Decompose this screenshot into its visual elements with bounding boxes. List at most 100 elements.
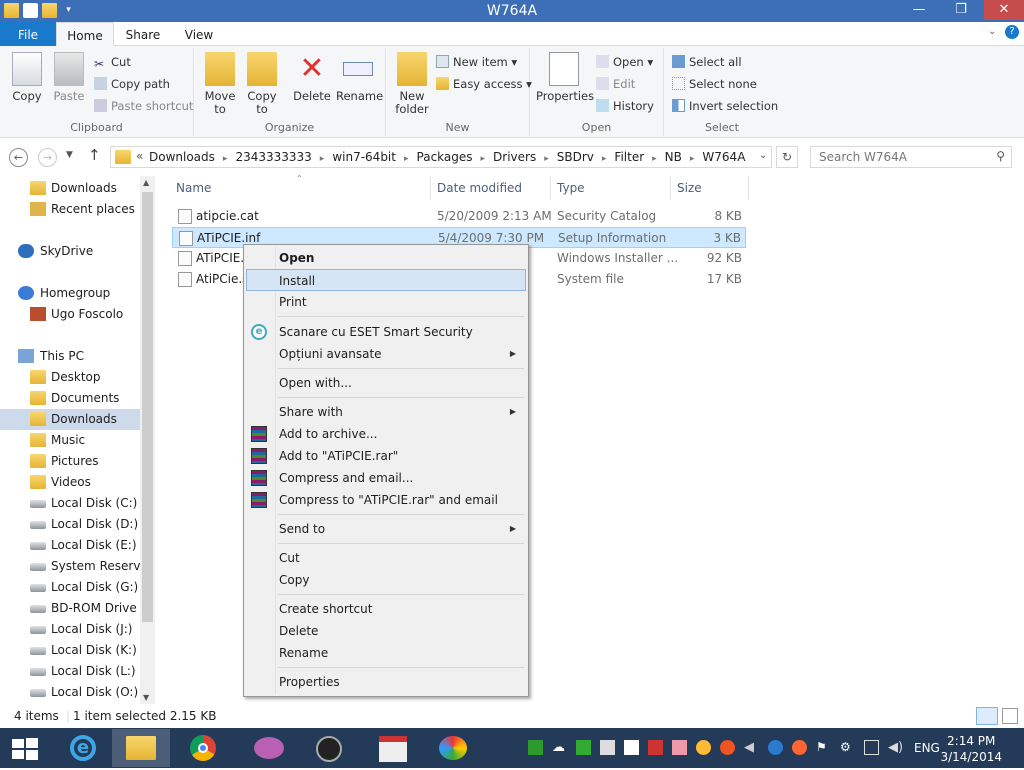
menu-copy[interactable]: Copy	[246, 569, 526, 591]
nav-item[interactable]: Downloads	[0, 409, 140, 430]
nav-item[interactable]: Pictures	[0, 451, 140, 472]
paste-button[interactable]: Paste	[50, 52, 88, 103]
file-explorer-button[interactable]	[112, 729, 170, 767]
tray-app-icon[interactable]	[600, 740, 615, 755]
up-icon[interactable]: ↑	[88, 146, 101, 164]
breadcrumb-item[interactable]: SBDrv	[557, 150, 594, 164]
menu-cut[interactable]: Cut	[246, 547, 526, 569]
back-icon[interactable]: ←	[9, 148, 28, 167]
nav-item[interactable]: Documents	[0, 388, 140, 409]
column-divider[interactable]	[748, 176, 749, 200]
menu-delete[interactable]: Delete	[246, 620, 526, 642]
tray-app-icon[interactable]	[672, 740, 687, 755]
refresh-icon[interactable]: ↻	[776, 146, 798, 168]
nav-item[interactable]: Local Disk (J:)	[0, 619, 140, 640]
copy-path-button[interactable]: Copy path	[94, 74, 170, 94]
menu-send-to[interactable]: Send to ▶	[246, 518, 526, 540]
edit-button[interactable]: Edit	[596, 74, 635, 94]
nav-item[interactable]: Music	[0, 430, 140, 451]
tray-app-icon[interactable]	[720, 740, 735, 755]
large-icons-view-icon[interactable]	[1002, 708, 1018, 724]
nav-item[interactable]: Downloads	[0, 178, 140, 199]
column-date-modified[interactable]: Date modified	[437, 181, 522, 195]
address-box[interactable]: « Downloads ▸ 2343333333 ▸ win7-64bit ▸ Packag…	[110, 146, 772, 168]
column-divider[interactable]	[670, 176, 671, 200]
tray-app-icon[interactable]	[792, 740, 807, 755]
lav-icon[interactable]	[648, 740, 663, 755]
new-item-button[interactable]: New item ▾	[436, 52, 517, 72]
network-icon[interactable]	[864, 740, 879, 755]
tab-view[interactable]: View	[174, 22, 224, 47]
breadcrumb-separator-icon[interactable]: ▸	[223, 154, 228, 164]
menu-add-to-archive[interactable]: Add to archive...	[246, 423, 526, 445]
forward-icon[interactable]: →	[38, 148, 57, 167]
menu-open-with[interactable]: Open with...	[246, 372, 526, 394]
column-type[interactable]: Type	[557, 181, 585, 195]
tab-home[interactable]: Home	[56, 22, 114, 47]
properties-button[interactable]: Properties	[536, 52, 594, 103]
cloud-icon[interactable]: ☁	[552, 740, 567, 755]
copy-to-button[interactable]: Copy to	[244, 52, 280, 116]
breadcrumb-item[interactable]: W764A	[702, 150, 745, 164]
nav-item[interactable]: Local Disk (L:)	[0, 661, 140, 682]
nav-item[interactable]: Local Disk (O:)	[0, 682, 140, 703]
column-name[interactable]: Name	[176, 181, 211, 195]
nav-item[interactable]: BD-ROM Drive (I	[0, 598, 140, 619]
language-indicator[interactable]: ENG	[914, 741, 940, 755]
close-icon[interactable]: ✕	[984, 0, 1024, 20]
calendar-app-button[interactable]	[364, 729, 422, 767]
scroll-down-icon[interactable]: ▼	[143, 693, 149, 702]
speaker-icon[interactable]: ◀	[744, 740, 759, 755]
scroll-up-icon[interactable]: ▲	[143, 178, 149, 187]
column-divider[interactable]	[430, 176, 431, 200]
breadcrumb-separator-icon[interactable]: ▸	[544, 154, 549, 164]
nav-item[interactable]: SkyDrive	[0, 241, 140, 262]
breadcrumb-separator-icon[interactable]: ▸	[404, 154, 409, 164]
nav-scrollbar[interactable]: ▲ ▼	[140, 176, 155, 704]
scroll-thumb[interactable]	[142, 192, 153, 622]
menu-compress-email[interactable]: Compress and email...	[246, 467, 526, 489]
nav-item[interactable]: Videos	[0, 472, 140, 493]
breadcrumb-separator-icon[interactable]: ▸	[652, 154, 657, 164]
expand-ribbon-icon[interactable]: ⌄	[988, 26, 996, 37]
invert-selection-button[interactable]: Invert selection	[672, 96, 778, 116]
paint-app-button[interactable]	[424, 729, 482, 767]
menu-print[interactable]: Print	[246, 291, 526, 313]
app-button[interactable]	[240, 729, 298, 767]
new-folder-button[interactable]: New folder	[392, 52, 432, 116]
breadcrumb-separator-icon[interactable]: ▸	[481, 154, 486, 164]
nav-item[interactable]: Desktop	[0, 367, 140, 388]
menu-install[interactable]: Install	[246, 269, 526, 291]
menu-eset-scan[interactable]: e Scanare cu ESET Smart Security	[246, 321, 526, 343]
tray-app-icon[interactable]	[576, 740, 591, 755]
menu-create-shortcut[interactable]: Create shortcut	[246, 598, 526, 620]
breadcrumb-item[interactable]: Downloads	[149, 150, 215, 164]
menu-compress-rar-email[interactable]: Compress to "ATiPCIE.rar" and email	[246, 489, 526, 511]
column-size[interactable]: Size	[677, 181, 702, 195]
nav-item[interactable]: Local Disk (K:)	[0, 640, 140, 661]
cut-button[interactable]: ✂ Cut	[94, 52, 131, 72]
app-button[interactable]	[300, 729, 358, 767]
nav-item[interactable]: Homegroup	[0, 283, 140, 304]
internet-explorer-button[interactable]: e	[54, 729, 112, 767]
history-button[interactable]: History	[596, 96, 654, 116]
delete-button[interactable]: ✕ Delete	[292, 52, 332, 103]
help-icon[interactable]: ?	[1005, 25, 1019, 39]
move-to-button[interactable]: Move to	[202, 52, 238, 116]
nav-item[interactable]: Ugo Foscolo	[0, 304, 140, 325]
rename-button[interactable]: Rename	[336, 52, 383, 103]
tray-app-icon[interactable]: ⚙	[840, 740, 855, 755]
nav-item[interactable]: System Reserved	[0, 556, 140, 577]
menu-add-to-rar[interactable]: Add to "ATiPCIE.rar"	[246, 445, 526, 467]
recent-locations-icon[interactable]: ▼	[66, 150, 73, 160]
breadcrumb-item[interactable]: Packages	[417, 150, 473, 164]
nav-item[interactable]: Local Disk (C:)	[0, 493, 140, 514]
column-divider[interactable]	[550, 176, 551, 200]
nvidia-icon[interactable]	[528, 740, 543, 755]
menu-rename[interactable]: Rename	[246, 642, 526, 664]
select-all-button[interactable]: Select all	[672, 52, 742, 72]
nav-item[interactable]: This PC	[0, 346, 140, 367]
file-row[interactable]: atipcie.cat 5/20/2009 2:13 AM Security Cat…	[172, 206, 746, 227]
breadcrumb-item[interactable]: 2343333333	[235, 150, 311, 164]
paste-shortcut-button[interactable]: Paste shortcut	[94, 96, 193, 116]
